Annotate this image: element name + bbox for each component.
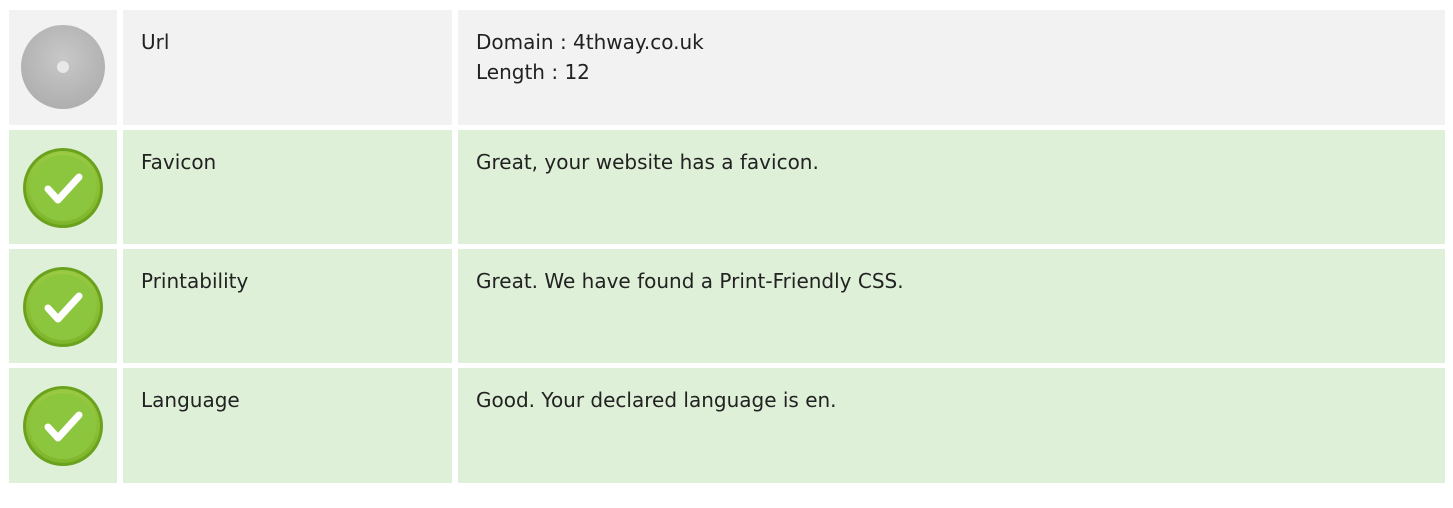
status-cell: [9, 130, 117, 244]
status-cell: [9, 10, 117, 125]
check-value-cell: Good. Your declared language is en.: [458, 368, 1445, 483]
check-name-cell: Language: [123, 368, 452, 483]
check-value-cell: Great, your website has a favicon.: [458, 130, 1445, 244]
check-icon: [23, 267, 103, 347]
check-name: Url: [141, 30, 170, 54]
check-name-cell: Favicon: [123, 130, 452, 244]
check-icon: [23, 148, 103, 228]
language-result: Good. Your declared language is en.: [476, 388, 837, 412]
result-row-language: Language Good. Your declared language is…: [9, 368, 1445, 483]
check-value-cell: Domain : 4thway.co.uk Length : 12: [458, 10, 1445, 125]
info-dot-icon: [21, 25, 105, 109]
seo-results-table: Url Domain : 4thway.co.uk Length : 12 Fa…: [9, 10, 1445, 483]
status-cell: [9, 368, 117, 483]
domain-value: Domain : 4thway.co.uk: [476, 30, 704, 54]
result-row-url: Url Domain : 4thway.co.uk Length : 12: [9, 10, 1445, 125]
check-name: Favicon: [141, 150, 217, 174]
result-row-printability: Printability Great. We have found a Prin…: [9, 249, 1445, 363]
status-cell: [9, 249, 117, 363]
printability-result: Great. We have found a Print-Friendly CS…: [476, 269, 904, 293]
check-name-cell: Printability: [123, 249, 452, 363]
length-value: Length : 12: [476, 60, 590, 84]
check-name: Language: [141, 388, 240, 412]
check-value-cell: Great. We have found a Print-Friendly CS…: [458, 249, 1445, 363]
check-name: Printability: [141, 269, 249, 293]
result-row-favicon: Favicon Great, your website has a favico…: [9, 130, 1445, 244]
check-name-cell: Url: [123, 10, 452, 125]
check-icon: [23, 386, 103, 466]
favicon-result: Great, your website has a favicon.: [476, 150, 819, 174]
